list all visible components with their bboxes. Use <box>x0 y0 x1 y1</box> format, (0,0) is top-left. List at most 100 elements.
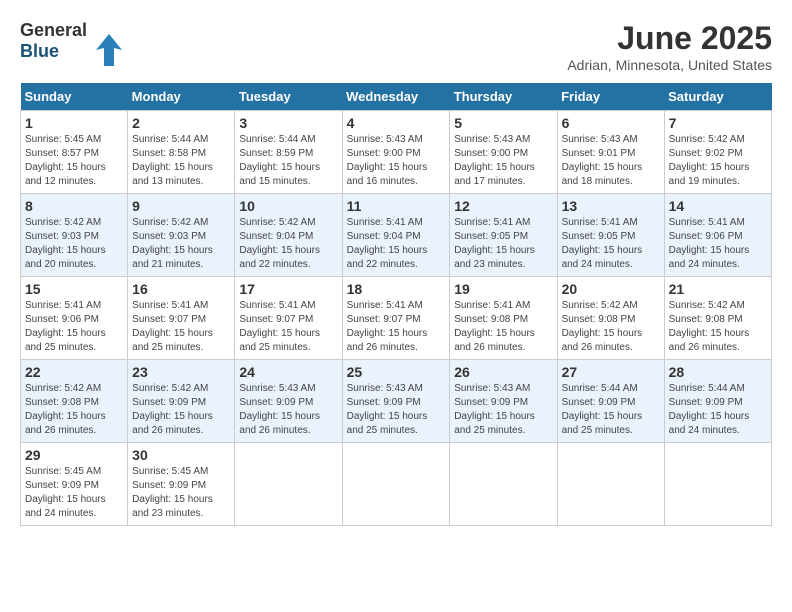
day-info: Sunrise: 5:41 AMSunset: 9:07 PMDaylight:… <box>347 299 446 355</box>
day-info: Sunrise: 5:43 AMSunset: 9:09 PMDaylight:… <box>454 382 552 438</box>
title-area: June 2025 Adrian, Minnesota, United Stat… <box>567 20 772 73</box>
day-cell: 1Sunrise: 5:45 AMSunset: 8:57 PMDaylight… <box>21 111 128 194</box>
day-info: Sunrise: 5:42 AMSunset: 9:08 PMDaylight:… <box>25 382 123 438</box>
day-cell: 12Sunrise: 5:41 AMSunset: 9:05 PMDayligh… <box>450 194 557 277</box>
day-number: 18 <box>347 281 446 297</box>
day-cell: 10 Sunrise: 5:42 AMSunset: 9:04 PMDayligh… <box>235 194 342 277</box>
day-cell: 25 Sunrise: 5:43 AMSunset: 9:09 PMDayligh… <box>342 360 450 443</box>
day-info: Sunrise: 5:42 AMSunset: 9:08 PMDaylight:… <box>669 299 767 355</box>
day-info: Sunrise: 5:41 AMSunset: 9:08 PMDaylight:… <box>454 299 552 355</box>
day-info: Sunrise: 5:42 AMSunset: 9:04 PMDaylight:… <box>239 216 337 272</box>
day-info: Sunrise: 5:43 AMSunset: 9:00 PMDaylight:… <box>454 133 552 189</box>
day-cell <box>235 443 342 526</box>
day-number: 25 <box>347 364 446 380</box>
day-info: Sunrise: 5:41 AMSunset: 9:05 PMDaylight:… <box>562 216 660 272</box>
day-number: 19 <box>454 281 552 297</box>
day-number: 29 <box>25 447 123 463</box>
day-cell: 24 Sunrise: 5:43 AMSunset: 9:09 PMDayligh… <box>235 360 342 443</box>
day-number: 17 <box>239 281 337 297</box>
day-cell: 28 Sunrise: 5:44 AMSunset: 9:09 PMDayligh… <box>664 360 771 443</box>
day-cell: 2 Sunrise: 5:44 AMSunset: 8:58 PMDaylight… <box>128 111 235 194</box>
day-number: 16 <box>132 281 230 297</box>
day-number: 8 <box>25 198 123 214</box>
day-number: 21 <box>669 281 767 297</box>
day-cell: 18 Sunrise: 5:41 AMSunset: 9:07 PMDayligh… <box>342 277 450 360</box>
week-row: 1Sunrise: 5:45 AMSunset: 8:57 PMDaylight… <box>21 111 772 194</box>
day-info: Sunrise: 5:42 AMSunset: 9:08 PMDaylight:… <box>562 299 660 355</box>
calendar-header: SundayMondayTuesdayWednesdayThursdayFrid… <box>21 83 772 111</box>
day-cell: 11 Sunrise: 5:41 AMSunset: 9:04 PMDayligh… <box>342 194 450 277</box>
day-number: 5 <box>454 115 552 131</box>
day-number: 9 <box>132 198 230 214</box>
calendar-title: June 2025 <box>567 20 772 57</box>
day-cell: 23 Sunrise: 5:42 AMSunset: 9:09 PMDayligh… <box>128 360 235 443</box>
day-number: 27 <box>562 364 660 380</box>
logo-content: General Blue <box>20 20 124 73</box>
day-cell: 26 Sunrise: 5:43 AMSunset: 9:09 PMDayligh… <box>450 360 557 443</box>
day-info: Sunrise: 5:45 AMSunset: 9:09 PMDaylight:… <box>25 465 123 521</box>
calendar-body: 1Sunrise: 5:45 AMSunset: 8:57 PMDaylight… <box>21 111 772 526</box>
header-cell-monday: Monday <box>128 83 235 111</box>
day-number: 2 <box>132 115 230 131</box>
day-cell <box>342 443 450 526</box>
day-cell: 14 Sunrise: 5:41 AMSunset: 9:06 PMDayligh… <box>664 194 771 277</box>
day-number: 13 <box>562 198 660 214</box>
day-cell: 13 Sunrise: 5:41 AMSunset: 9:05 PMDayligh… <box>557 194 664 277</box>
day-cell: 17 Sunrise: 5:41 AMSunset: 9:07 PMDayligh… <box>235 277 342 360</box>
day-cell: 20 Sunrise: 5:42 AMSunset: 9:08 PMDayligh… <box>557 277 664 360</box>
day-number: 10 <box>239 198 337 214</box>
header-cell-thursday: Thursday <box>450 83 557 111</box>
day-number: 20 <box>562 281 660 297</box>
day-info: Sunrise: 5:42 AMSunset: 9:03 PMDaylight:… <box>25 216 123 272</box>
day-number: 26 <box>454 364 552 380</box>
day-cell <box>664 443 771 526</box>
day-info: Sunrise: 5:43 AMSunset: 9:09 PMDaylight:… <box>347 382 446 438</box>
day-info: Sunrise: 5:44 AMSunset: 9:09 PMDaylight:… <box>669 382 767 438</box>
day-number: 1 <box>25 115 123 131</box>
day-number: 4 <box>347 115 446 131</box>
day-info: Sunrise: 5:43 AMSunset: 9:01 PMDaylight:… <box>562 133 660 189</box>
header-cell-saturday: Saturday <box>664 83 771 111</box>
day-info: Sunrise: 5:41 AMSunset: 9:04 PMDaylight:… <box>347 216 446 272</box>
day-info: Sunrise: 5:43 AMSunset: 9:09 PMDaylight:… <box>239 382 337 438</box>
day-number: 6 <box>562 115 660 131</box>
week-row: 22 Sunrise: 5:42 AMSunset: 9:08 PMDayligh… <box>21 360 772 443</box>
day-cell: 4Sunrise: 5:43 AMSunset: 9:00 PMDaylight… <box>342 111 450 194</box>
day-info: Sunrise: 5:45 AMSunset: 9:09 PMDaylight:… <box>132 465 230 521</box>
day-cell: 9 Sunrise: 5:42 AMSunset: 9:03 PMDaylight… <box>128 194 235 277</box>
day-number: 22 <box>25 364 123 380</box>
day-info: Sunrise: 5:44 AMSunset: 8:58 PMDaylight:… <box>132 133 230 189</box>
week-row: 15Sunrise: 5:41 AMSunset: 9:06 PMDayligh… <box>21 277 772 360</box>
logo-text-blue: Blue <box>20 41 59 61</box>
day-number: 23 <box>132 364 230 380</box>
day-cell: 15Sunrise: 5:41 AMSunset: 9:06 PMDayligh… <box>21 277 128 360</box>
day-number: 7 <box>669 115 767 131</box>
day-info: Sunrise: 5:42 AMSunset: 9:09 PMDaylight:… <box>132 382 230 438</box>
day-number: 12 <box>454 198 552 214</box>
day-info: Sunrise: 5:42 AMSunset: 9:03 PMDaylight:… <box>132 216 230 272</box>
day-info: Sunrise: 5:41 AMSunset: 9:06 PMDaylight:… <box>669 216 767 272</box>
day-cell <box>557 443 664 526</box>
header-cell-friday: Friday <box>557 83 664 111</box>
day-number: 14 <box>669 198 767 214</box>
day-number: 28 <box>669 364 767 380</box>
day-cell: 16 Sunrise: 5:41 AMSunset: 9:07 PMDayligh… <box>128 277 235 360</box>
day-info: Sunrise: 5:41 AMSunset: 9:07 PMDaylight:… <box>132 299 230 355</box>
day-number: 24 <box>239 364 337 380</box>
day-cell <box>450 443 557 526</box>
header-cell-sunday: Sunday <box>21 83 128 111</box>
day-info: Sunrise: 5:41 AMSunset: 9:06 PMDaylight:… <box>25 299 123 355</box>
day-number: 3 <box>239 115 337 131</box>
day-cell: 19 Sunrise: 5:41 AMSunset: 9:08 PMDayligh… <box>450 277 557 360</box>
logo-bird-icon <box>94 32 124 73</box>
day-number: 11 <box>347 198 446 214</box>
day-info: Sunrise: 5:41 AMSunset: 9:07 PMDaylight:… <box>239 299 337 355</box>
day-number: 30 <box>132 447 230 463</box>
header-row: SundayMondayTuesdayWednesdayThursdayFrid… <box>21 83 772 111</box>
day-cell: 5 Sunrise: 5:43 AMSunset: 9:00 PMDaylight… <box>450 111 557 194</box>
day-cell: 27Sunrise: 5:44 AMSunset: 9:09 PMDayligh… <box>557 360 664 443</box>
day-cell: 6 Sunrise: 5:43 AMSunset: 9:01 PMDaylight… <box>557 111 664 194</box>
calendar-subtitle: Adrian, Minnesota, United States <box>567 57 772 73</box>
header: General Blue June 2025 Adrian, Minnesota… <box>20 20 772 73</box>
calendar-table: SundayMondayTuesdayWednesdayThursdayFrid… <box>20 83 772 526</box>
